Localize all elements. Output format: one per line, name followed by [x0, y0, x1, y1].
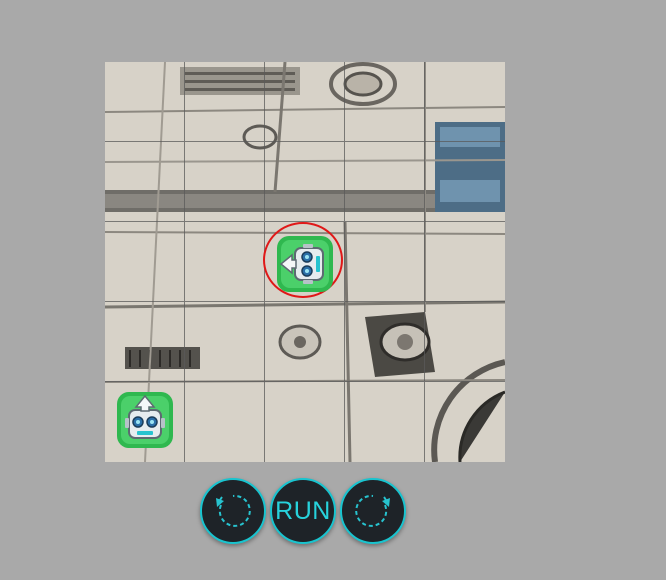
board-cell[interactable] [185, 382, 265, 462]
game-board [105, 62, 505, 462]
board-cell[interactable] [105, 142, 185, 222]
rotate-left-button[interactable] [200, 478, 266, 544]
board-cell[interactable] [345, 142, 425, 222]
board-cell[interactable] [105, 222, 185, 302]
rotate-counterclockwise-icon [216, 494, 251, 527]
rotate-clockwise-icon [355, 494, 390, 527]
board-cell[interactable] [185, 62, 265, 142]
board-cell[interactable] [425, 142, 505, 222]
board-cell[interactable] [105, 302, 185, 382]
board-cell[interactable] [425, 62, 505, 142]
board-cell[interactable] [265, 302, 345, 382]
board-cell[interactable] [345, 62, 425, 142]
board-cell[interactable] [265, 62, 345, 142]
board-cell[interactable] [425, 382, 505, 462]
board-cell[interactable] [265, 382, 345, 462]
run-button-label: RUN [275, 496, 331, 525]
run-button[interactable]: RUN [270, 478, 336, 544]
board-cell[interactable] [185, 302, 265, 382]
rotate-right-button[interactable] [340, 478, 406, 544]
control-bar: RUN [200, 478, 406, 544]
board-cell[interactable] [425, 222, 505, 302]
board-cell[interactable] [345, 302, 425, 382]
robot-player-icon [117, 392, 173, 448]
board-cell[interactable] [105, 62, 185, 142]
robot-goal-icon [277, 236, 333, 292]
board-cell[interactable] [185, 142, 265, 222]
game-page: RUN [0, 0, 666, 580]
board-cell[interactable] [345, 222, 425, 302]
board-cell[interactable] [265, 142, 345, 222]
board-cell[interactable] [185, 222, 265, 302]
board-cell[interactable] [345, 382, 425, 462]
board-cell[interactable] [425, 302, 505, 382]
